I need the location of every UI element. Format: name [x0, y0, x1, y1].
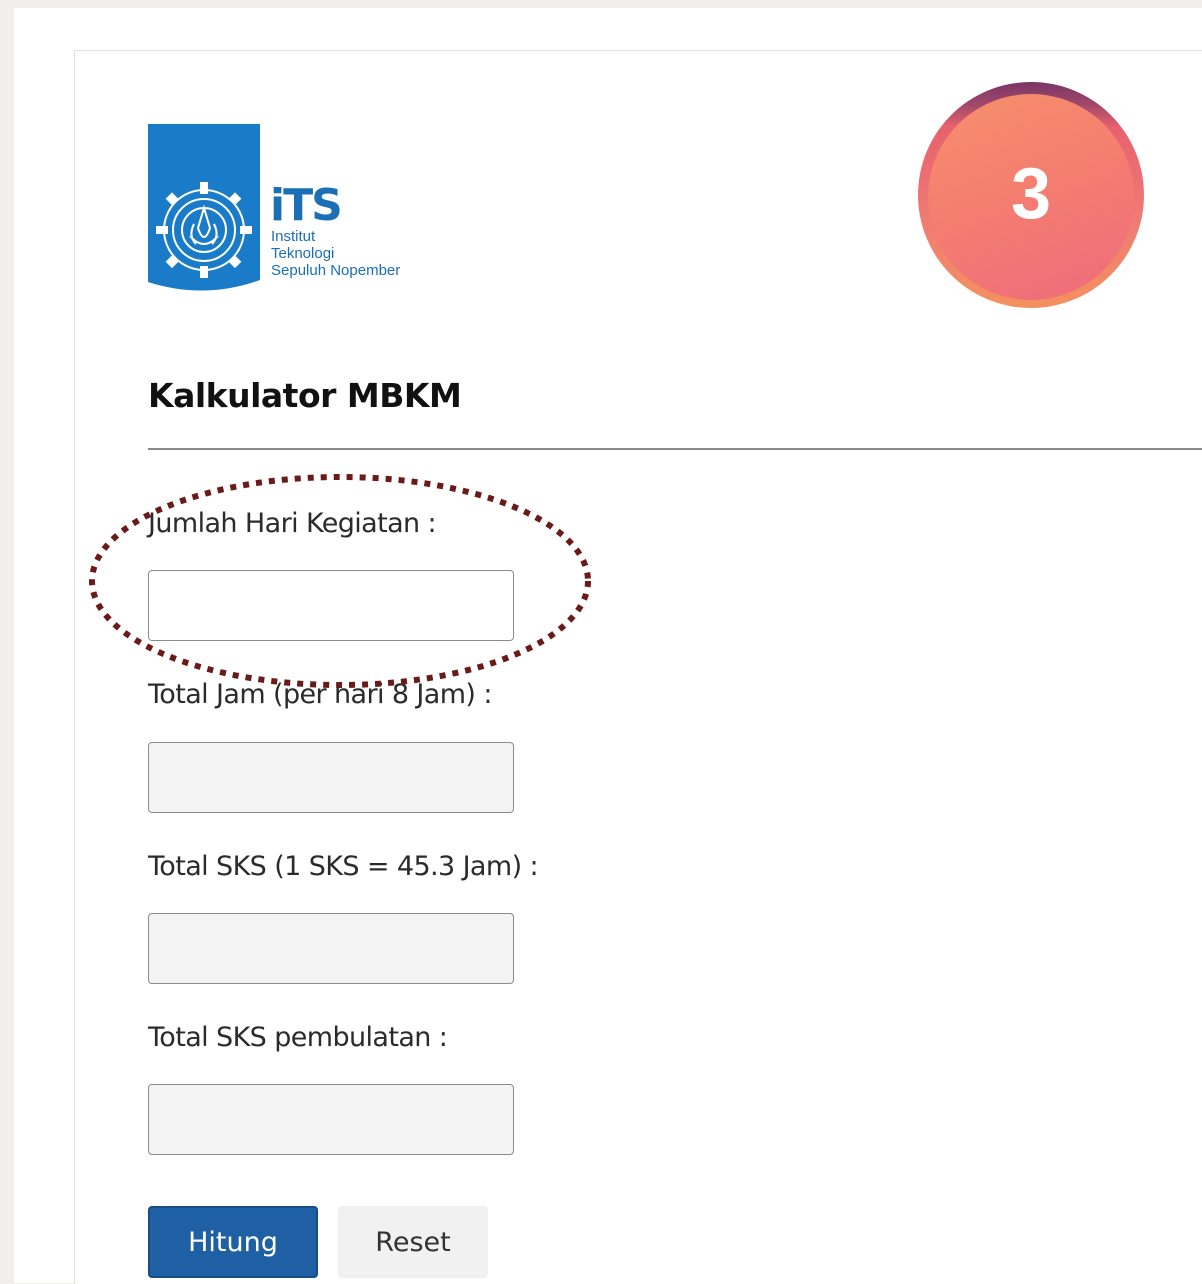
step-badge-inner: 3	[928, 94, 1134, 300]
logo-wordmark: iTS	[270, 180, 343, 231]
page-title: Kalkulator MBKM	[148, 376, 462, 415]
logo-line-institut: Institut	[271, 228, 316, 245]
jumlah-hari-input[interactable]	[148, 570, 514, 641]
reset-button[interactable]: Reset	[338, 1206, 488, 1278]
step-number: 3	[1010, 154, 1052, 234]
total-sks-pembulatan-label: Total SKS pembulatan :	[148, 1022, 448, 1053]
total-jam-input[interactable]	[148, 742, 514, 813]
logo-line-sepuluh-nopember: Sepuluh Nopember	[271, 262, 401, 279]
total-sks-input[interactable]	[148, 913, 514, 984]
total-sks-label: Total SKS (1 SKS = 45.3 Jam) :	[148, 851, 539, 882]
step-badge: 3	[918, 82, 1144, 308]
hitung-button[interactable]: Hitung	[148, 1206, 318, 1278]
logo-line-teknologi: Teknologi	[271, 245, 335, 262]
its-logo: iTS Institut Teknologi Sepuluh Nopember	[148, 124, 428, 294]
its-emblem-icon	[148, 124, 260, 291]
jumlah-hari-label: Jumlah Hari Kegiatan :	[148, 508, 437, 539]
total-jam-label: Total Jam (per hari 8 Jam) :	[148, 679, 492, 710]
title-divider	[148, 448, 1202, 450]
total-sks-pembulatan-input[interactable]	[148, 1084, 514, 1155]
